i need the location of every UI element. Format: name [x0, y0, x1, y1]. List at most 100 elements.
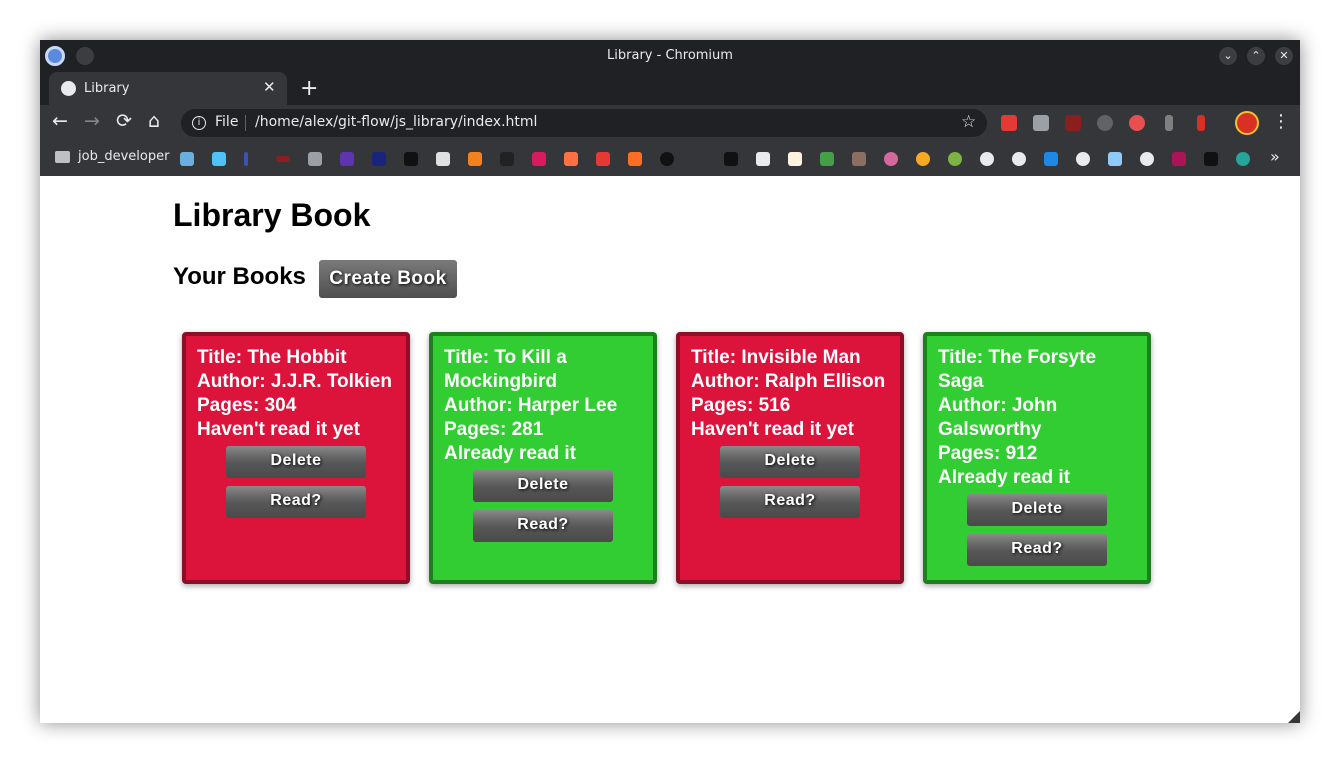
bookmark-icon[interactable]: [244, 152, 248, 166]
extension-icon[interactable]: [1197, 115, 1205, 131]
tab-library[interactable]: Library ✕: [49, 72, 287, 105]
create-book-button[interactable]: Create Book: [319, 260, 457, 298]
delete-button[interactable]: Delete: [473, 470, 613, 502]
omnibox-divider: [245, 115, 246, 131]
book-title: Title: The Hobbit: [197, 347, 347, 368]
bookmark-icon[interactable]: [724, 152, 738, 166]
read-toggle-button[interactable]: Read?: [967, 534, 1107, 566]
tab-close-icon[interactable]: ✕: [263, 78, 276, 96]
title-bar: Library - Chromium ⌄ ⌃ ✕: [40, 40, 1300, 72]
close-window-icon[interactable]: ✕: [1275, 47, 1293, 65]
bookmark-icon[interactable]: [276, 156, 290, 162]
book-author: Author: Ralph Ellison: [691, 371, 886, 392]
tab-strip: Library ✕ +: [40, 72, 1300, 105]
bookmark-icon[interactable]: [308, 152, 322, 166]
bookmark-icon[interactable]: [372, 152, 386, 166]
bookmark-icon[interactable]: [628, 152, 642, 166]
bookmark-icon[interactable]: [1172, 152, 1186, 166]
book-card: Title: The Forsyte Saga Author: John Gal…: [923, 332, 1151, 584]
page-content: Library Book Your Books Create Book Titl…: [40, 176, 1300, 723]
resize-grip[interactable]: [1288, 711, 1300, 723]
home-icon[interactable]: ⌂: [148, 110, 160, 132]
extension-icon[interactable]: [1165, 115, 1173, 131]
book-pages: Pages: 304: [197, 395, 297, 416]
maximize-icon[interactable]: ⌃: [1247, 47, 1265, 65]
forward-icon[interactable]: →: [84, 110, 100, 132]
page-title: Library Book: [173, 197, 371, 233]
bookmark-icon[interactable]: [1236, 152, 1250, 166]
delete-button[interactable]: Delete: [226, 446, 366, 478]
url-text[interactable]: /home/alex/git-flow/js_library/index.htm…: [255, 114, 537, 130]
book-status: Haven't read it yet: [197, 419, 360, 440]
globe-icon[interactable]: [1012, 152, 1026, 166]
delete-button[interactable]: Delete: [967, 494, 1107, 526]
read-toggle-button[interactable]: Read?: [473, 510, 613, 542]
book-status: Already read it: [444, 443, 576, 464]
bookmark-icon[interactable]: [532, 152, 546, 166]
folder-icon: [55, 151, 70, 163]
book-pages: Pages: 281: [444, 419, 544, 440]
bookmark-icon[interactable]: [948, 152, 962, 166]
bookmark-icon[interactable]: [340, 152, 354, 166]
toolbar: ← → ⟳ ⌂ i File /home/alex/git-flow/js_li…: [40, 105, 1300, 141]
bookmark-icon[interactable]: [596, 152, 610, 166]
bookmark-icon[interactable]: [852, 152, 866, 166]
bookmark-icon[interactable]: [788, 152, 802, 166]
section-title: Your Books: [173, 263, 306, 290]
browser-window: Library - Chromium ⌄ ⌃ ✕ Library ✕ + ← →…: [40, 40, 1300, 723]
bookmark-icon[interactable]: [884, 152, 898, 166]
bookmark-icon[interactable]: [1108, 152, 1122, 166]
globe-icon[interactable]: [1140, 152, 1154, 166]
read-toggle-button[interactable]: Read?: [226, 486, 366, 518]
bookmark-icon[interactable]: [468, 152, 482, 166]
delete-button[interactable]: Delete: [720, 446, 860, 478]
book-title: Title: The Forsyte Saga: [938, 347, 1097, 392]
book-pages: Pages: 912: [938, 443, 1038, 464]
menu-icon[interactable]: ⋮: [1272, 111, 1290, 132]
window-title: Library - Chromium: [607, 48, 733, 63]
globe-icon[interactable]: [980, 152, 994, 166]
minimize-icon[interactable]: ⌄: [1219, 47, 1237, 65]
back-icon[interactable]: ←: [52, 110, 68, 132]
book-card: Title: Invisible Man Author: Ralph Ellis…: [676, 332, 904, 584]
book-author: Author: John Galsworthy: [938, 395, 1058, 440]
bookmark-folder[interactable]: job_developer: [78, 149, 169, 164]
book-status: Haven't read it yet: [691, 419, 854, 440]
bookmark-icon[interactable]: [436, 152, 450, 166]
globe-icon[interactable]: [1076, 152, 1090, 166]
read-toggle-button[interactable]: Read?: [720, 486, 860, 518]
book-card: Title: To Kill a Mockingbird Author: Har…: [429, 332, 657, 584]
bookmark-icon[interactable]: [564, 152, 578, 166]
book-status: Already read it: [938, 467, 1070, 488]
extension-icon[interactable]: [1065, 115, 1081, 131]
bookmark-icon[interactable]: [916, 152, 930, 166]
bookmark-icon[interactable]: [660, 152, 674, 166]
bookmark-icon[interactable]: [500, 152, 514, 166]
profile-avatar[interactable]: [1235, 111, 1259, 135]
bookmark-icon[interactable]: [180, 152, 194, 166]
book-author: Author: J.J.R. Tolkien: [197, 371, 392, 392]
globe-icon: [61, 81, 76, 96]
bookmark-icon[interactable]: [1044, 152, 1058, 166]
extension-icon[interactable]: [1097, 115, 1113, 131]
address-bar[interactable]: i File /home/alex/git-flow/js_library/in…: [181, 109, 987, 137]
reload-icon[interactable]: ⟳: [116, 110, 132, 132]
tab-label: Library: [84, 81, 130, 96]
bookmark-icon[interactable]: [404, 152, 418, 166]
book-title: Title: To Kill a Mockingbird: [444, 347, 567, 392]
bookmark-star-icon[interactable]: ☆: [961, 112, 976, 132]
bookmark-icon[interactable]: [756, 152, 770, 166]
more-bookmarks-icon[interactable]: »: [1270, 147, 1280, 166]
book-pages: Pages: 516: [691, 395, 791, 416]
extension-icon[interactable]: [1001, 115, 1017, 131]
book-card: Title: The Hobbit Author: J.J.R. Tolkien…: [182, 332, 410, 584]
extension-icon[interactable]: [1129, 115, 1145, 131]
bookmark-icon[interactable]: [1204, 152, 1218, 166]
extension-icon[interactable]: [1033, 115, 1049, 131]
bookmark-icon[interactable]: [820, 152, 834, 166]
url-scheme: File: [215, 114, 239, 130]
new-tab-button[interactable]: +: [300, 76, 318, 101]
bookmark-icon[interactable]: [212, 152, 226, 166]
info-icon[interactable]: i: [192, 116, 206, 130]
bookmarks-bar: job_developer »: [40, 141, 1300, 176]
